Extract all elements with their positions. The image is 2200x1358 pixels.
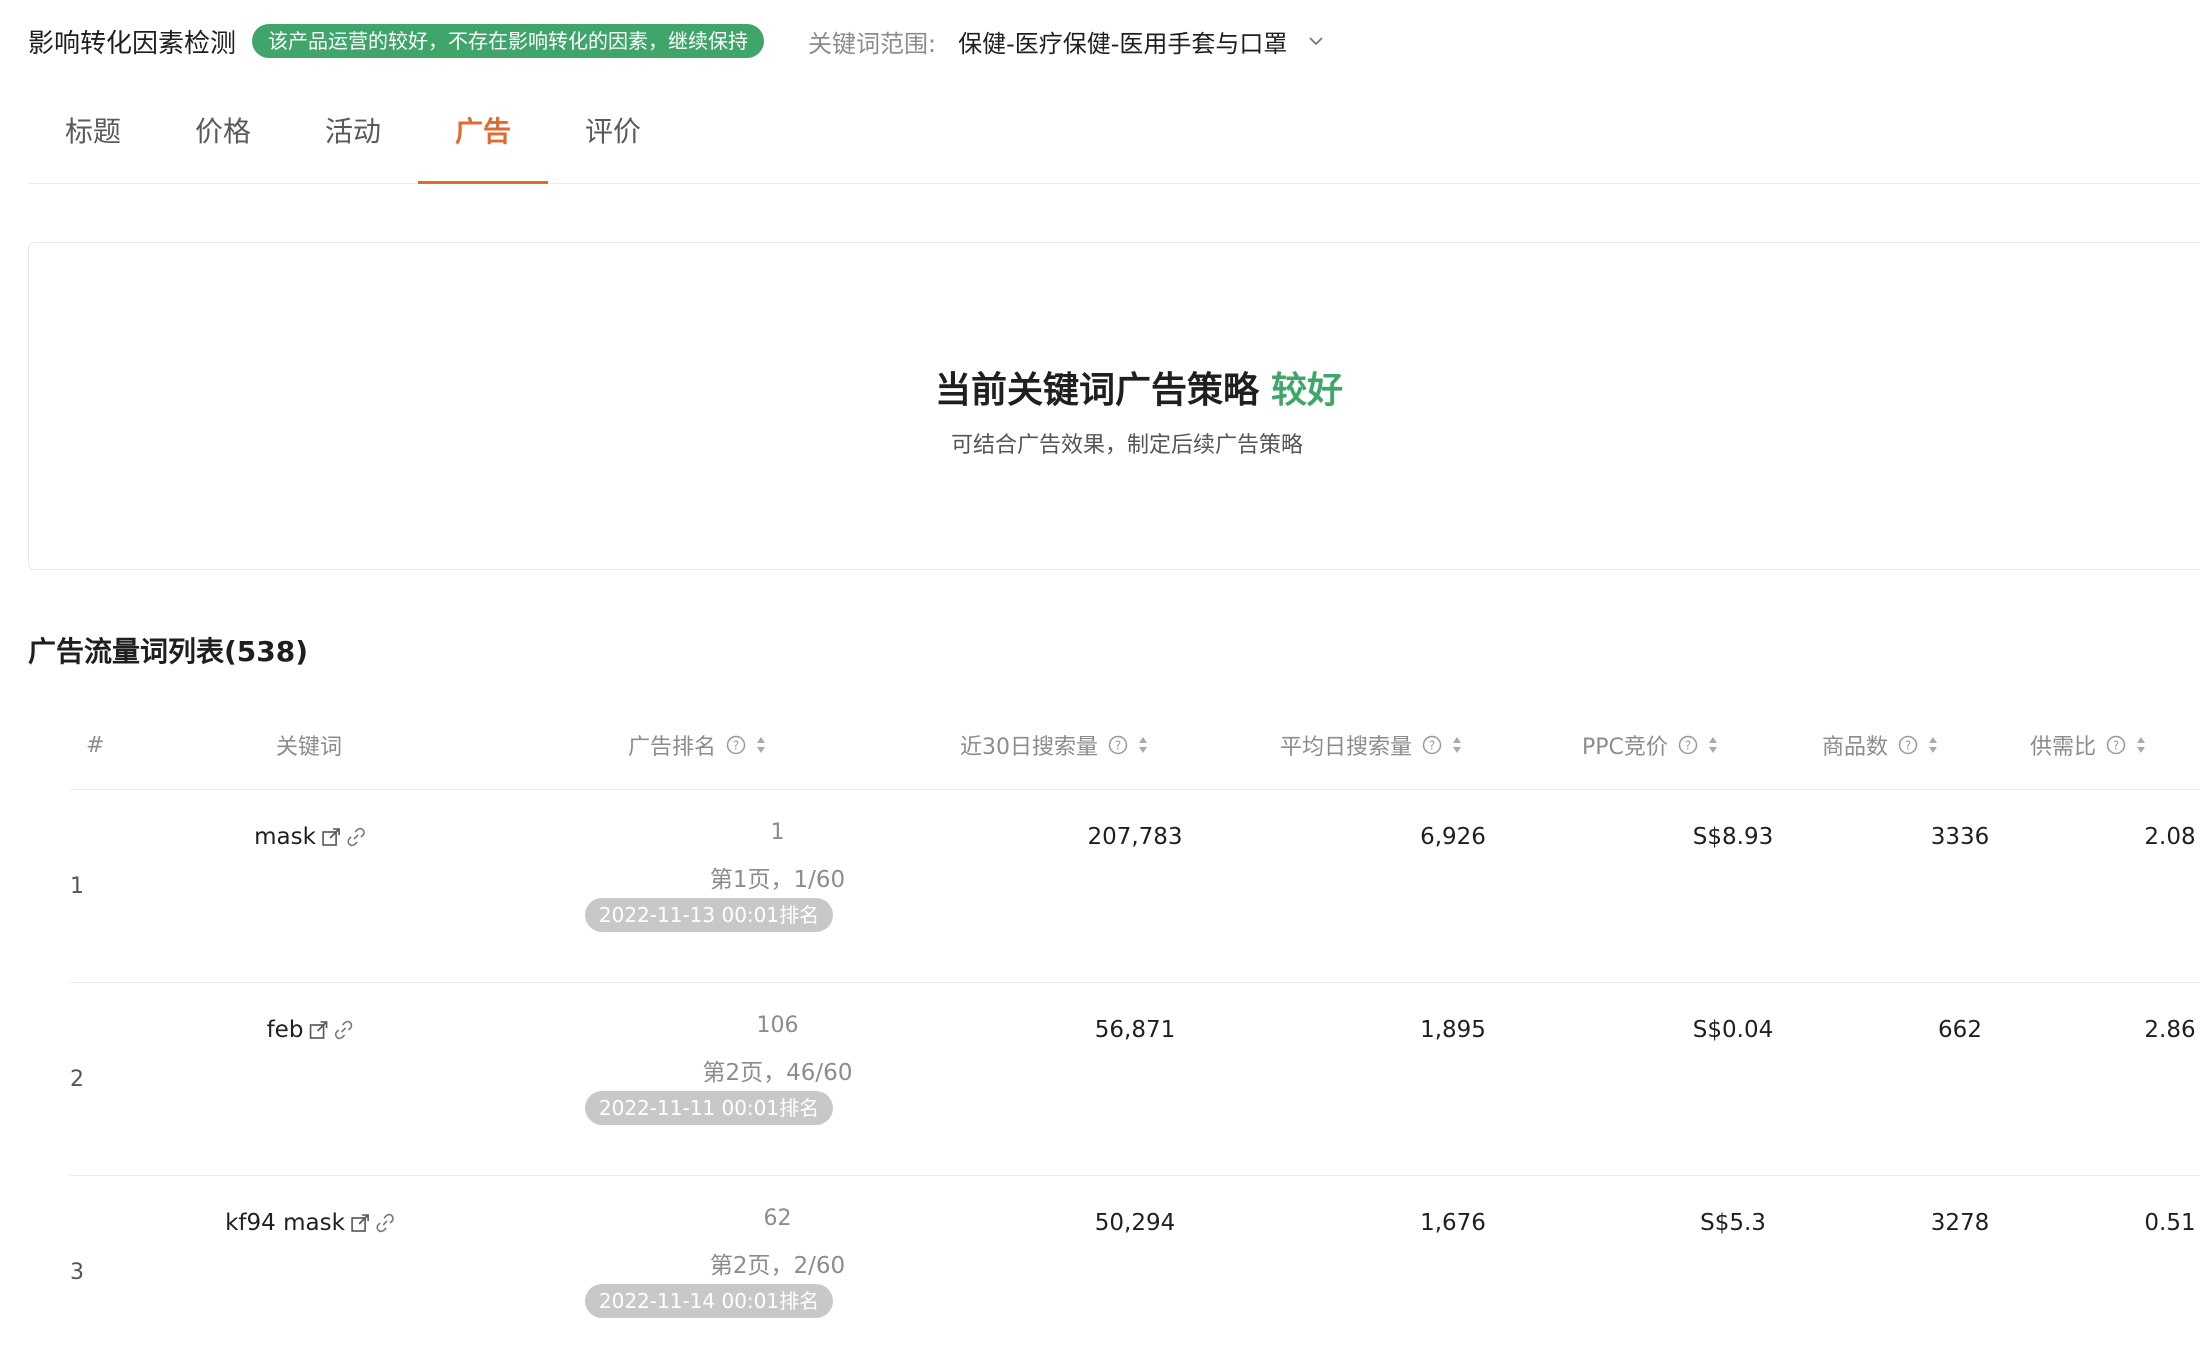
col-ppc[interactable]: PPC竞价 ? bbox=[1582, 700, 1718, 790]
col-goods[interactable]: 商品数 ? bbox=[1822, 700, 1938, 790]
ppc-value: S$8.93 bbox=[1692, 824, 1774, 850]
keyword-text: feb bbox=[266, 1017, 304, 1043]
ad-rank-date-badge: 2022-11-11 00:01排名 bbox=[585, 1091, 833, 1125]
tab-promotion[interactable]: 活动 bbox=[288, 96, 418, 183]
tab-title[interactable]: 标题 bbox=[28, 96, 158, 183]
avg-search-value: 1,676 bbox=[1420, 1210, 1486, 1236]
svg-text:?: ? bbox=[1429, 739, 1435, 753]
page-header: 影响转化因素检测 该产品运营的较好，不存在影响转化的因素，继续保持 关键词范围:… bbox=[28, 20, 1325, 62]
keyword-cell: mask bbox=[254, 824, 366, 850]
ad-strategy-card: 当前关键词广告策略 较好 可结合广告效果，制定后续广告策略 bbox=[28, 242, 2200, 570]
ppc-value: S$0.04 bbox=[1692, 1017, 1774, 1043]
keyword-text: mask bbox=[254, 824, 316, 850]
search30-value: 50,294 bbox=[1094, 1210, 1176, 1236]
svg-text:?: ? bbox=[733, 739, 739, 753]
keyword-cell: kf94 mask bbox=[225, 1210, 395, 1236]
ad-strategy-title-text: 当前关键词广告策略 bbox=[935, 370, 1260, 411]
table-row: 2 feb 106 第2页，46/60 2022-11-11 00:01排名 5… bbox=[70, 983, 2200, 1176]
help-icon[interactable]: ? bbox=[1898, 735, 1918, 755]
sort-icon[interactable] bbox=[1452, 735, 1462, 755]
row-index: 1 bbox=[70, 874, 84, 899]
goods-count: 662 bbox=[1938, 1017, 1982, 1043]
ad-rank-date-badge: 2022-11-13 00:01排名 bbox=[585, 898, 833, 932]
row-index: 2 bbox=[70, 1067, 84, 1092]
goods-count: 3278 bbox=[1930, 1210, 1990, 1236]
supply-demand-ratio: 0.51 bbox=[2144, 1210, 2196, 1236]
svg-text:?: ? bbox=[1905, 739, 1911, 753]
tab-label: 价格 bbox=[194, 115, 251, 148]
keyword-list-title: 广告流量词列表(538) bbox=[28, 635, 309, 668]
col-ppc-label: PPC竞价 bbox=[1582, 735, 1668, 760]
ad-rank: 62 bbox=[763, 1206, 792, 1231]
row-index: 3 bbox=[70, 1260, 84, 1285]
col-goods-label: 商品数 bbox=[1822, 735, 1889, 760]
ad-strategy-subtitle: 可结合广告效果，制定后续广告策略 bbox=[951, 433, 1304, 458]
ad-rank-page: 第2页，46/60 bbox=[702, 1060, 853, 1086]
tab-ads[interactable]: 广告 bbox=[418, 96, 548, 184]
goods-count: 3336 bbox=[1930, 824, 1990, 850]
external-link-icon[interactable] bbox=[320, 826, 342, 848]
table-row: 1 mask 1 第1页，1/60 2022-11-13 00:01排名 207… bbox=[70, 790, 2200, 983]
help-icon[interactable]: ? bbox=[2106, 735, 2126, 755]
search30-value: 56,871 bbox=[1094, 1017, 1176, 1043]
avg-search-value: 6,926 bbox=[1420, 824, 1486, 850]
sort-icon[interactable] bbox=[1928, 735, 1938, 755]
tab-bar: 标题 价格 活动 广告 评价 bbox=[28, 96, 2200, 184]
keyword-text: kf94 mask bbox=[225, 1210, 345, 1236]
help-icon[interactable]: ? bbox=[1108, 735, 1128, 755]
svg-text:?: ? bbox=[1115, 739, 1121, 753]
external-link-icon[interactable] bbox=[307, 1019, 329, 1041]
table-header: # 关键词 广告排名 ? 近30日搜索量 ? 平均日搜索量 ? PPC竞价 ? … bbox=[70, 700, 2200, 790]
svg-text:?: ? bbox=[1685, 739, 1691, 753]
col-index: # bbox=[86, 732, 105, 758]
ad-rank: 1 bbox=[770, 820, 785, 845]
ad-rank: 106 bbox=[756, 1013, 799, 1038]
col-avg-search-label: 平均日搜索量 bbox=[1280, 735, 1413, 760]
ad-rank-date-badge: 2022-11-14 00:01排名 bbox=[585, 1284, 833, 1318]
col-ratio-label: 供需比 bbox=[2030, 735, 2097, 760]
tab-reviews[interactable]: 评价 bbox=[548, 96, 678, 183]
tab-label: 评价 bbox=[584, 115, 641, 148]
keyword-scope-select[interactable]: 保健-医疗保健-医用手套与口罩 bbox=[958, 24, 1287, 59]
tab-label: 标题 bbox=[64, 115, 121, 148]
col-avg-search[interactable]: 平均日搜索量 ? bbox=[1280, 700, 1462, 790]
col-ratio[interactable]: 供需比 ? bbox=[2030, 700, 2146, 790]
chevron-down-icon[interactable] bbox=[1307, 32, 1325, 50]
ad-strategy-rating: 较好 bbox=[1271, 370, 1344, 411]
supply-demand-ratio: 2.08 bbox=[2144, 824, 2196, 850]
link-icon[interactable] bbox=[346, 827, 366, 847]
col-search30-label: 近30日搜索量 bbox=[960, 735, 1098, 760]
tab-label: 广告 bbox=[454, 115, 511, 148]
sort-icon[interactable] bbox=[2136, 735, 2146, 755]
link-icon[interactable] bbox=[333, 1020, 353, 1040]
tab-price[interactable]: 价格 bbox=[158, 96, 288, 183]
ad-strategy-title: 当前关键词广告策略 较好 bbox=[935, 361, 1343, 413]
tab-label: 活动 bbox=[324, 115, 381, 148]
col-rank[interactable]: 广告排名 ? bbox=[628, 700, 766, 790]
help-icon[interactable]: ? bbox=[1678, 735, 1698, 755]
page-title: 影响转化因素检测 bbox=[28, 28, 237, 59]
ppc-value: S$5.3 bbox=[1700, 1210, 1766, 1236]
external-link-icon[interactable] bbox=[349, 1212, 371, 1234]
svg-text:?: ? bbox=[2113, 739, 2119, 753]
link-icon[interactable] bbox=[375, 1213, 395, 1233]
table-row: 3 kf94 mask 62 第2页，2/60 2022-11-14 00:01… bbox=[70, 1176, 2200, 1358]
sort-icon[interactable] bbox=[756, 735, 766, 755]
help-icon[interactable]: ? bbox=[1422, 735, 1442, 755]
help-icon[interactable]: ? bbox=[726, 735, 746, 755]
supply-demand-ratio: 2.86 bbox=[2144, 1017, 2196, 1043]
ad-rank-page: 第1页，1/60 bbox=[709, 867, 846, 893]
col-rank-label: 广告排名 bbox=[628, 735, 717, 760]
ad-keyword-table: # 关键词 广告排名 ? 近30日搜索量 ? 平均日搜索量 ? PPC竞价 ? … bbox=[70, 700, 2200, 1358]
keyword-cell: feb bbox=[267, 1017, 354, 1043]
keyword-scope-label: 关键词范围: bbox=[808, 29, 937, 58]
col-keyword: 关键词 bbox=[276, 735, 343, 760]
ad-rank-page: 第2页，2/60 bbox=[709, 1253, 846, 1279]
col-search30[interactable]: 近30日搜索量 ? bbox=[960, 700, 1148, 790]
avg-search-value: 1,895 bbox=[1420, 1017, 1486, 1043]
sort-icon[interactable] bbox=[1708, 735, 1718, 755]
sort-icon[interactable] bbox=[1138, 735, 1148, 755]
search30-value: 207,783 bbox=[1087, 824, 1183, 850]
status-badge: 该产品运营的较好，不存在影响转化的因素，继续保持 bbox=[252, 24, 765, 58]
